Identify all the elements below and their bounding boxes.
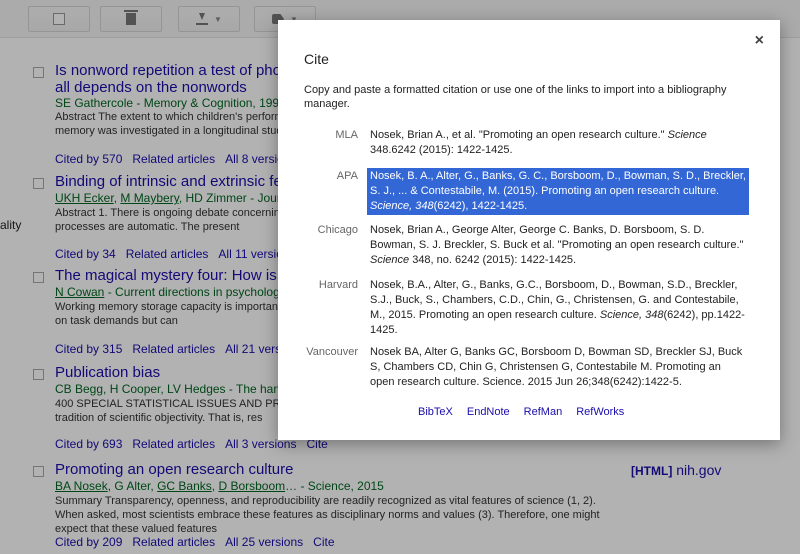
dialog-description: Copy and paste a formatted citation or u… [304, 84, 727, 110]
citation-style-label: APA [336, 170, 358, 182]
citation-style-label: MLA [335, 129, 358, 141]
citation-style-label: Vancouver [306, 346, 358, 358]
citation-text-selected[interactable]: Nosek, B. A., Alter, G., Banks, G. C., B… [367, 168, 749, 215]
refworks-link[interactable]: RefWorks [576, 406, 624, 418]
refman-link[interactable]: RefMan [524, 406, 563, 418]
citation-text[interactable]: Nosek, Brian A., George Alter, George C.… [370, 223, 748, 268]
cite-dialog: Cite × Copy and paste a formatted citati… [278, 20, 780, 440]
import-links: BibTeX EndNote RefMan RefWorks [418, 406, 638, 418]
citation-text[interactable]: Nosek BA, Alter G, Banks GC, Borsboom D,… [370, 345, 748, 390]
endnote-link[interactable]: EndNote [467, 406, 510, 418]
bibtex-link[interactable]: BibTeX [418, 406, 453, 418]
dialog-title: Cite [304, 51, 329, 67]
citation-text[interactable]: Nosek, B.A., Alter, G., Banks, G.C., Bor… [370, 278, 748, 338]
close-icon[interactable]: × [755, 32, 764, 50]
citation-style-label: Chicago [317, 224, 358, 236]
citation-text[interactable]: Nosek, Brian A., et al. "Promoting an op… [370, 128, 748, 158]
citation-style-label: Harvard [318, 279, 358, 291]
